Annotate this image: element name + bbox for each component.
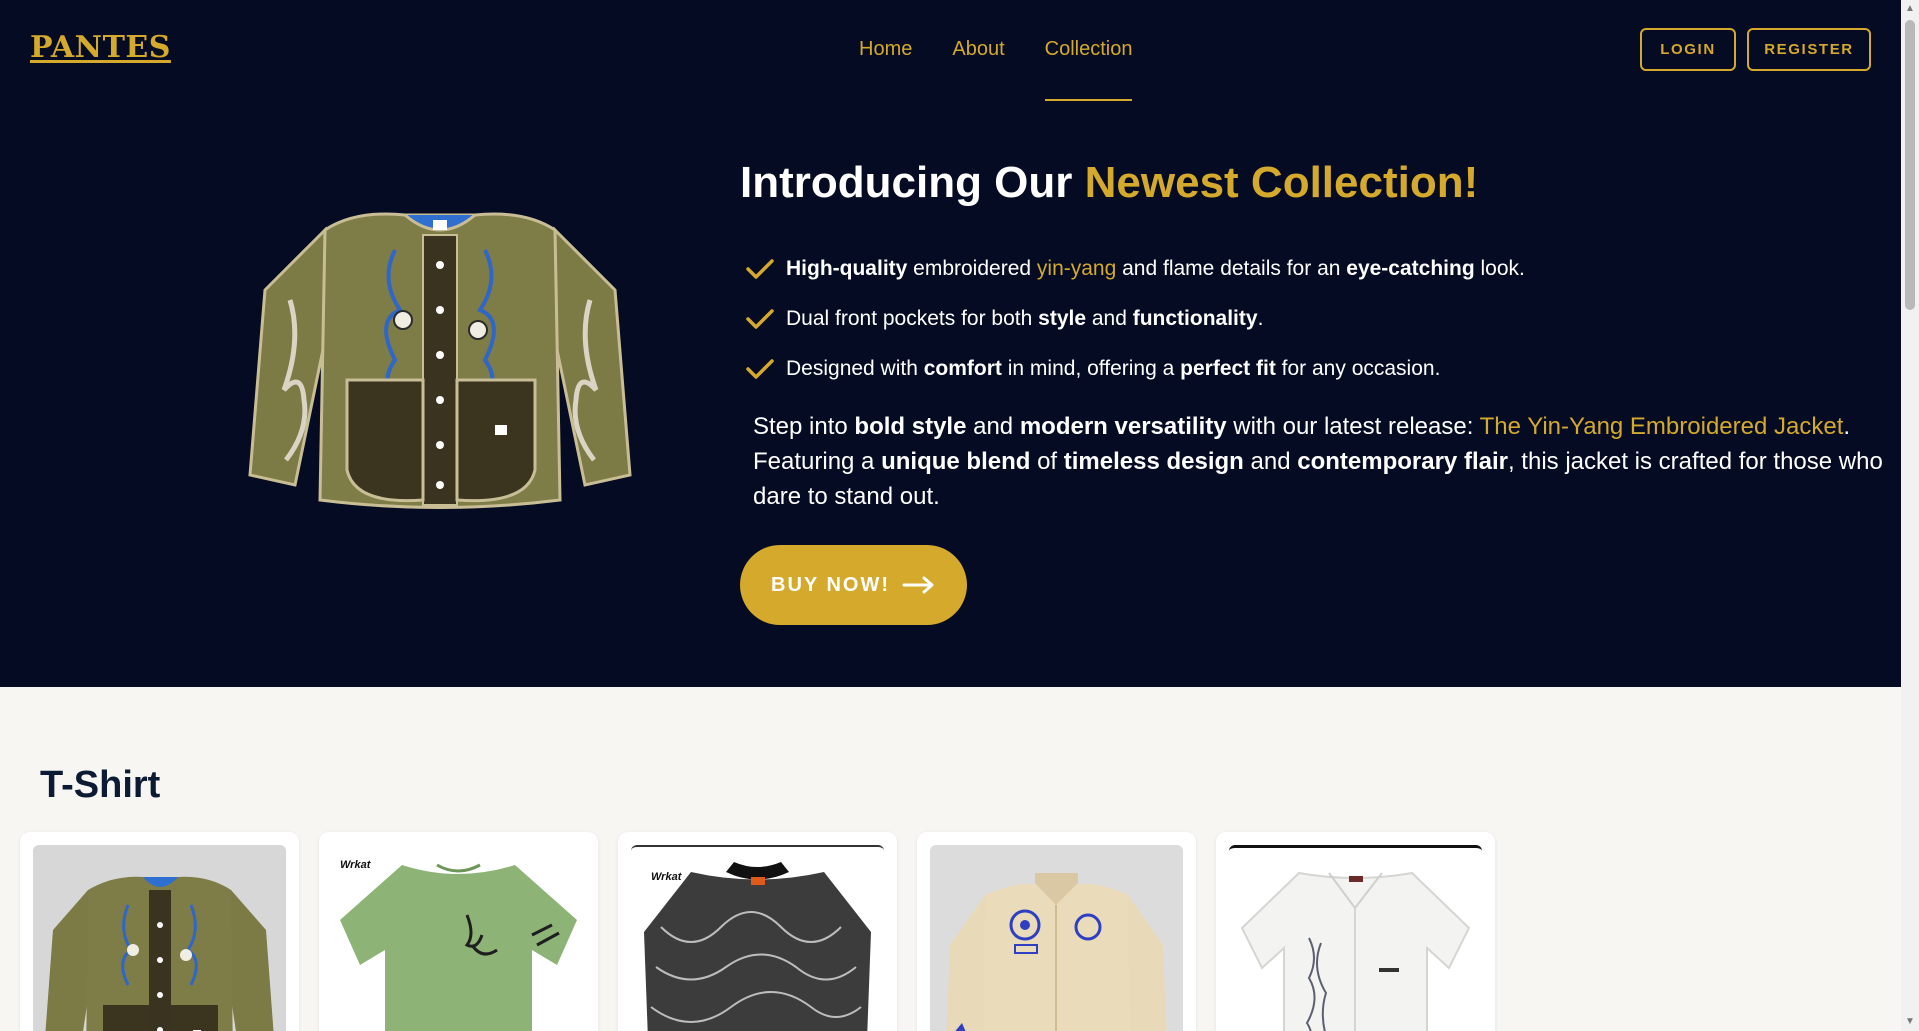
auth-buttons: LOGIN REGISTER [1640, 28, 1871, 71]
product-grid: Wrkat Wrkat [20, 832, 1495, 1031]
feature-list: High-quality embroidered yin-yang and fl… [745, 244, 1525, 394]
scrollbar-thumb[interactable] [1905, 20, 1915, 310]
register-button[interactable]: REGISTER [1747, 28, 1871, 71]
arrow-right-icon [902, 576, 934, 594]
brand-tag: Wrkat [651, 871, 682, 883]
scroll-up-icon[interactable]: ▲ [1904, 3, 1916, 15]
hero-description: Step into bold style and modern versatil… [753, 413, 1883, 510]
product-image [33, 845, 286, 1031]
product-card[interactable]: Wrkat [618, 832, 897, 1031]
product-card[interactable] [20, 832, 299, 1031]
nav-collection[interactable]: Collection [1044, 38, 1132, 101]
brand-logo[interactable]: PANTES [30, 30, 171, 65]
feature-text: Designed with comfort in mind, offering … [786, 357, 1441, 380]
main-nav: Home About Collection [859, 38, 1172, 101]
product-card[interactable] [1216, 832, 1495, 1031]
nav-home[interactable]: Home [859, 38, 912, 100]
product-image: Wrkat [332, 845, 585, 1031]
check-icon [746, 259, 774, 279]
hero-product-image [245, 200, 635, 520]
section-title: T-Shirt [40, 764, 161, 806]
check-icon [746, 359, 774, 379]
product-image: Wrkat [631, 845, 884, 1031]
nav-about[interactable]: About [952, 38, 1004, 100]
scroll-down-icon[interactable]: ▼ [1904, 1016, 1916, 1028]
page-scrollbar[interactable]: ▲ ▼ [1901, 0, 1919, 1031]
feature-item: Dual front pockets for both style and fu… [745, 294, 1525, 344]
product-image [1229, 845, 1482, 1031]
hero-section: PANTES Home About Collection LOGIN REGIS… [0, 0, 1901, 687]
product-card[interactable] [917, 832, 1196, 1031]
feature-item: Designed with comfort in mind, offering … [745, 344, 1525, 394]
buy-now-label: BUY NOW! [771, 573, 890, 596]
login-button[interactable]: LOGIN [1640, 28, 1736, 71]
product-card[interactable]: Wrkat [319, 832, 598, 1031]
buy-now-button[interactable]: BUY NOW! [740, 545, 967, 625]
hero-title-accent: Newest Collection! [1084, 158, 1479, 207]
brand-tag: Wrkat [340, 859, 371, 871]
product-link[interactable]: The Yin-Yang Embroidered Jacket [1480, 413, 1844, 440]
check-icon [746, 309, 774, 329]
feature-text: Dual front pockets for both style and fu… [786, 307, 1264, 330]
hero-title: Introducing Our Newest Collection! [740, 158, 1478, 208]
page: PANTES Home About Collection LOGIN REGIS… [0, 0, 1901, 1031]
product-image [930, 845, 1183, 1031]
feature-item: High-quality embroidered yin-yang and fl… [745, 244, 1525, 294]
hero-title-start: Introducing Our [740, 158, 1085, 207]
feature-text: High-quality embroidered yin-yang and fl… [786, 257, 1525, 280]
